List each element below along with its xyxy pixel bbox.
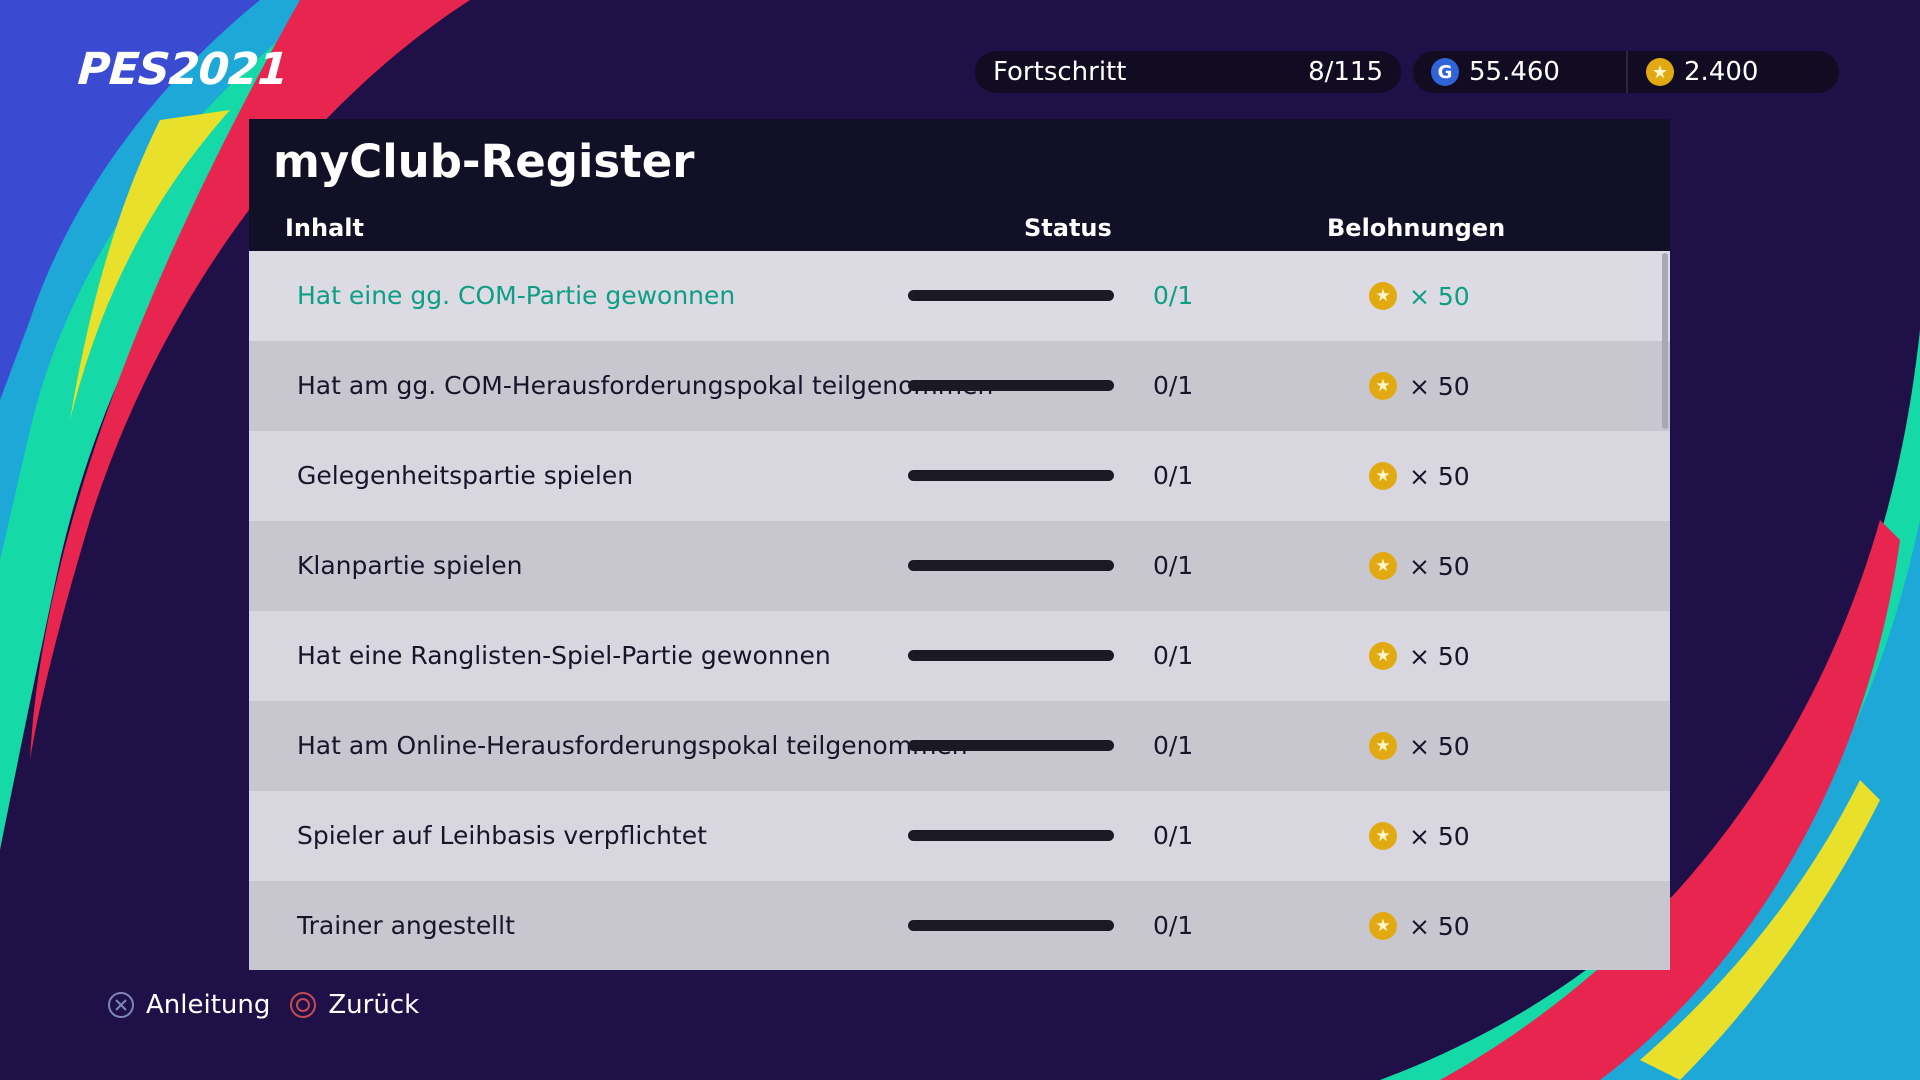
reward-amount: × 50 [1409, 731, 1470, 761]
challenge-reward: ★ × 50 [1369, 521, 1470, 611]
pes2021-logo: PES2021 [76, 44, 290, 95]
challenge-label: Trainer angestellt [297, 911, 515, 940]
progress-bar [908, 920, 1114, 931]
cross-button-icon [108, 992, 134, 1018]
reward-amount: × 50 [1409, 641, 1470, 671]
challenge-reward: ★ × 50 [1369, 341, 1470, 431]
challenge-label: Gelegenheitspartie spielen [297, 461, 634, 490]
button-hints: Anleitung Zurück [108, 990, 439, 1020]
gp-balance: G 55.460 [1413, 51, 1626, 93]
challenge-label: Hat eine Ranglisten-Spiel-Partie gewonne… [297, 641, 831, 670]
challenge-row[interactable]: Spieler auf Leihbasis verpflichtet 0/1 ★ × … [249, 791, 1670, 881]
circle-button-icon [290, 992, 317, 1018]
challenge-row[interactable]: Trainer angestellt 0/1 ★ × 50 [249, 881, 1670, 970]
coin-star-icon: ★ [1369, 912, 1397, 940]
progress-value: 8/115 [1308, 57, 1383, 87]
coins-balance: ★ 2.400 [1626, 51, 1839, 93]
challenge-status: 0/1 [1153, 551, 1194, 580]
challenge-status: 0/1 [1153, 911, 1194, 940]
progress-bar [908, 830, 1114, 841]
coin-star-icon: ★ [1369, 282, 1397, 310]
reward-amount: × 50 [1409, 281, 1470, 311]
column-header-rewards: Belohnungen [1327, 214, 1506, 242]
reward-amount: × 50 [1409, 461, 1470, 491]
challenge-row[interactable]: Hat eine Ranglisten-Spiel-Partie gewonne… [249, 611, 1670, 701]
reward-amount: × 50 [1409, 371, 1470, 401]
currency-display: G 55.460 ★ 2.400 [1413, 51, 1839, 93]
reward-amount: × 50 [1409, 821, 1470, 851]
challenge-reward: ★ × 50 [1369, 791, 1470, 881]
challenge-label: Spieler auf Leihbasis verpflichtet [297, 821, 707, 850]
challenge-reward: ★ × 50 [1369, 881, 1470, 970]
reward-amount: × 50 [1409, 911, 1470, 941]
back-label: Zurück [328, 990, 420, 1020]
myclub-register-panel: myClub-Register Inhalt Status Belohnunge… [249, 119, 1670, 970]
coin-star-icon: ★ [1369, 822, 1397, 850]
progress-indicator: Fortschritt 8/115 [975, 51, 1401, 93]
challenge-label: Klanpartie spielen [297, 551, 523, 580]
coin-star-icon: ★ [1369, 732, 1397, 760]
challenge-reward: ★ × 50 [1369, 431, 1470, 521]
challenge-status: 0/1 [1153, 281, 1194, 310]
challenge-list[interactable]: Hat eine gg. COM-Partie gewonnen 0/1 ★ × 50… [249, 251, 1670, 970]
coin-star-icon: ★ [1369, 372, 1397, 400]
challenge-row[interactable]: Hat am gg. COM-Herausforderungspokal tei… [249, 341, 1670, 431]
coin-star-icon: ★ [1646, 58, 1674, 86]
scrollbar-thumb[interactable] [1662, 253, 1668, 429]
challenge-row[interactable]: Gelegenheitspartie spielen 0/1 ★ × 50 [249, 431, 1670, 521]
page-title: myClub-Register [273, 135, 695, 188]
progress-bar [908, 470, 1114, 481]
gp-amount: 55.460 [1469, 57, 1560, 87]
challenge-label: Hat am Online-Herausforderungspokal teil… [297, 731, 968, 760]
coin-star-icon: ★ [1369, 642, 1397, 670]
column-header-status: Status [1024, 214, 1112, 242]
challenge-status: 0/1 [1153, 371, 1194, 400]
guide-hint[interactable]: Anleitung [108, 990, 270, 1020]
progress-bar [908, 650, 1114, 661]
progress-bar [908, 290, 1114, 301]
challenge-status: 0/1 [1153, 461, 1194, 490]
coin-star-icon: ★ [1369, 462, 1397, 490]
column-header-content: Inhalt [285, 214, 364, 242]
progress-bar [908, 740, 1114, 751]
guide-label: Anleitung [146, 990, 271, 1020]
challenge-reward: ★ × 50 [1369, 701, 1470, 791]
challenge-reward: ★ × 50 [1369, 251, 1470, 341]
progress-bar [908, 380, 1114, 391]
progress-label: Fortschritt [993, 57, 1127, 87]
coin-star-icon: ★ [1369, 552, 1397, 580]
reward-amount: × 50 [1409, 551, 1470, 581]
challenge-status: 0/1 [1153, 641, 1194, 670]
coins-amount: 2.400 [1684, 57, 1759, 87]
panel-header: myClub-Register Inhalt Status Belohnunge… [249, 119, 1670, 251]
challenge-row[interactable]: Klanpartie spielen 0/1 ★ × 50 [249, 521, 1670, 611]
challenge-reward: ★ × 50 [1369, 611, 1470, 701]
progress-bar [908, 560, 1114, 571]
challenge-status: 0/1 [1153, 731, 1194, 760]
challenge-row[interactable]: Hat eine gg. COM-Partie gewonnen 0/1 ★ × 50 [249, 251, 1670, 341]
challenge-status: 0/1 [1153, 821, 1194, 850]
challenge-label: Hat eine gg. COM-Partie gewonnen [297, 281, 736, 310]
back-hint[interactable]: Zurück [290, 990, 419, 1020]
challenge-row[interactable]: Hat am Online-Herausforderungspokal teil… [249, 701, 1670, 791]
gp-icon: G [1431, 58, 1459, 86]
challenge-label: Hat am gg. COM-Herausforderungspokal tei… [297, 371, 994, 400]
